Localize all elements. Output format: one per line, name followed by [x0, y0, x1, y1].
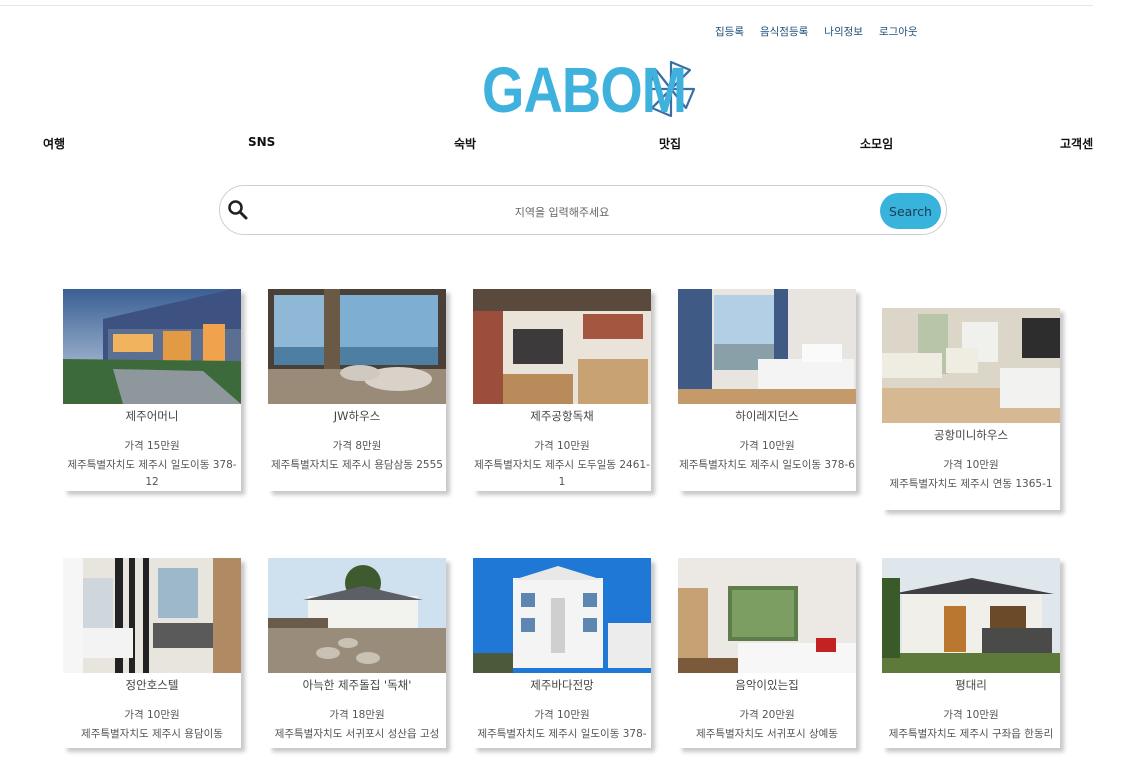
search-button[interactable]: Search [880, 193, 941, 229]
listing-name: 제주바다전망 [530, 678, 594, 692]
listing-name: 평대리 [955, 678, 987, 692]
listing-name: JW하우스 [333, 409, 381, 423]
listing-photo [63, 558, 241, 673]
listing-price: 가격 15만원 [124, 440, 180, 452]
search-bar: Search [219, 185, 947, 235]
listing-price: 가격 18만원 [329, 709, 385, 721]
listing-card[interactable]: 아늑한 제주돌집 '독채' 가격 18만원 제주특별자치도 서귀포시 성산읍 고… [268, 558, 446, 748]
listing-photo [268, 558, 446, 673]
listing-card[interactable]: 음악이있는집 가격 20만원 제주특별자치도 서귀포시 상예동 [678, 558, 856, 748]
register-restaurant-link[interactable]: 음식점등록 [760, 24, 808, 39]
listing-photo [882, 308, 1060, 423]
site-logo[interactable]: GABOM [482, 58, 696, 122]
listing-name: 하이레지던스 [735, 409, 799, 423]
listing-name: 제주어머니 [125, 409, 179, 423]
listing-card[interactable]: 제주바다전망 가격 10만원 제주특별자치도 제주시 일도이동 378- [473, 558, 651, 748]
logout-link[interactable]: 로그아웃 [879, 24, 918, 39]
listing-address: 제주특별자치도 제주시 일도이동 378- [477, 728, 647, 740]
listing-name: 정안호스텔 [125, 678, 179, 692]
search-icon[interactable] [227, 199, 249, 221]
listing-card[interactable]: 제주공항독채 가격 10만원 제주특별자치도 제주시 도두일동 2461-1 [473, 289, 651, 491]
search-input[interactable] [260, 199, 864, 225]
listing-price: 가격 10만원 [943, 459, 999, 471]
listing-name: 제주공항독채 [530, 409, 594, 423]
listing-address: 제주특별자치도 제주시 용담삼동 2555 [271, 459, 443, 471]
register-house-link[interactable]: 집등록 [715, 24, 744, 39]
listing-address: 제주특별자치도 제주시 연동 1365-1 [889, 478, 1053, 490]
listing-address: 제주특별자치도 서귀포시 상예동 [696, 728, 838, 740]
listing-price: 가격 10만원 [534, 440, 590, 452]
listing-photo [63, 289, 241, 404]
listing-card[interactable]: 하이레지던스 가격 10만원 제주특별자치도 제주시 일도이동 378-6 [678, 289, 856, 491]
nav-lodging[interactable]: 숙박 [454, 135, 476, 152]
listing-card[interactable]: 평대리 가격 10만원 제주특별자치도 제주시 구좌읍 한동리 [882, 558, 1060, 748]
nav-customer-center[interactable]: 고객센 [1060, 135, 1093, 152]
listing-name: 음악이있는집 [735, 678, 799, 692]
listing-address: 제주특별자치도 서귀포시 성산읍 고성 [274, 728, 440, 740]
listing-photo [473, 289, 651, 404]
listing-card[interactable]: 정안호스텔 가격 10만원 제주특별자치도 제주시 용담이동 [63, 558, 241, 748]
listing-address: 제주특별자치도 제주시 일도이동 378-6 [679, 459, 855, 471]
listing-address: 제주특별자치도 제주시 도두일동 2461-1 [474, 459, 650, 488]
listing-photo [473, 558, 651, 673]
listing-card[interactable]: JW하우스 가격 8만원 제주특별자치도 제주시 용담삼동 2555 [268, 289, 446, 491]
listing-price: 가격 10만원 [534, 709, 590, 721]
nav-meetup[interactable]: 소모임 [860, 135, 893, 152]
nav-sns[interactable]: SNS [248, 135, 275, 149]
listing-card[interactable]: 제주어머니 가격 15만원 제주특별자치도 제주시 일도이동 378-12 [63, 289, 241, 491]
listing-price: 가격 8만원 [332, 440, 382, 452]
top-divider [0, 5, 1093, 6]
nav-restaurant[interactable]: 맛집 [659, 135, 681, 152]
listing-photo [678, 558, 856, 673]
listing-price: 가격 20만원 [739, 709, 795, 721]
listing-address: 제주특별자치도 제주시 용담이동 [81, 728, 223, 740]
nav-travel[interactable]: 여행 [43, 135, 65, 152]
listing-photo [268, 289, 446, 404]
main-nav: 여행 SNS 숙박 맛집 소모임 고객센 [0, 135, 1093, 153]
listing-photo [678, 289, 856, 404]
listing-name: 공항미니하우스 [933, 428, 1009, 442]
logo-text: GABOM [482, 54, 687, 126]
listing-photo [882, 558, 1060, 673]
listing-card[interactable]: 공항미니하우스 가격 10만원 제주특별자치도 제주시 연동 1365-1 [882, 308, 1060, 510]
listing-price: 가격 10만원 [943, 709, 999, 721]
utility-links: 집등록 음식점등록 나의정보 로그아웃 [715, 24, 934, 39]
listing-price: 가격 10만원 [739, 440, 795, 452]
listing-name: 아늑한 제주돌집 '독채' [302, 678, 412, 692]
listing-address: 제주특별자치도 제주시 구좌읍 한동리 [888, 728, 1054, 740]
my-info-link[interactable]: 나의정보 [824, 24, 863, 39]
listing-price: 가격 10만원 [124, 709, 180, 721]
listing-address: 제주특별자치도 제주시 일도이동 378-12 [67, 459, 237, 488]
